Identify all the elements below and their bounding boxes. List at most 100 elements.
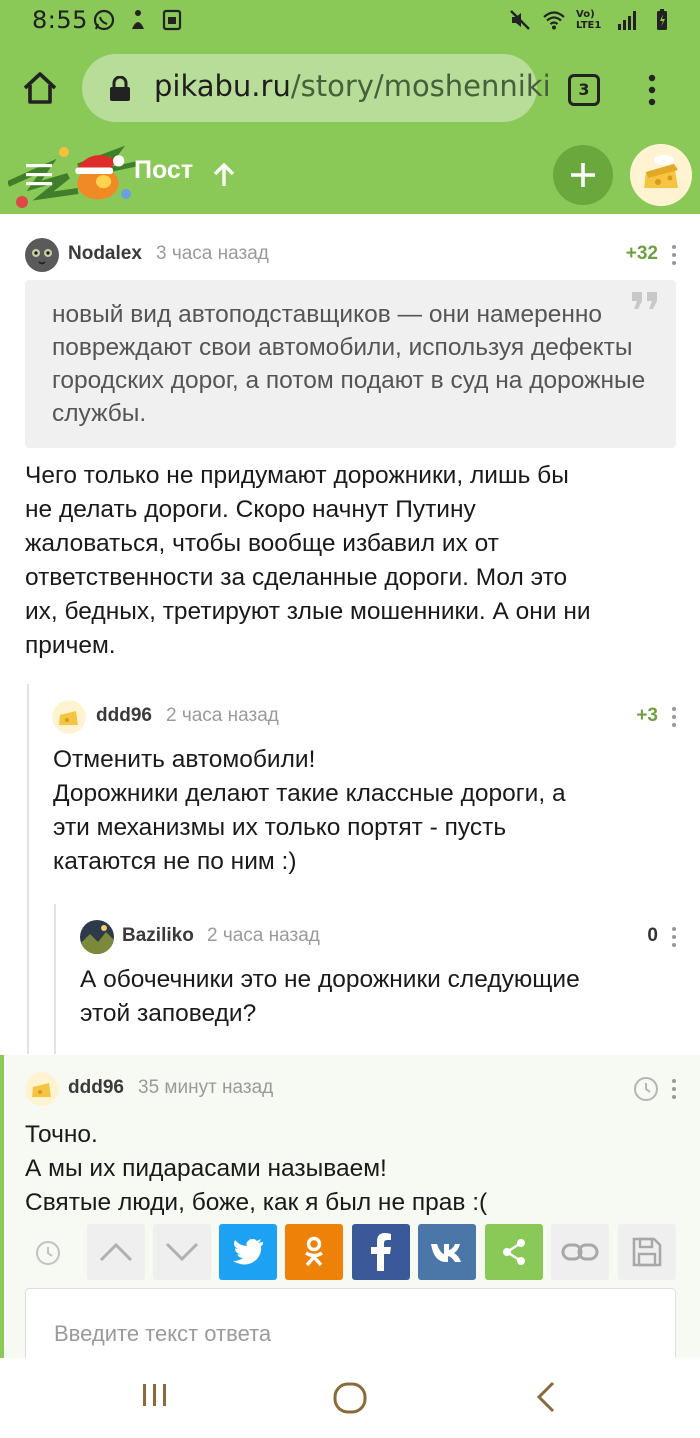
system-navigation-bar bbox=[0, 1358, 700, 1438]
home-icon[interactable] bbox=[20, 68, 60, 108]
browser-toolbar: pikabu.ru/story/moshenniki 3 bbox=[0, 42, 700, 136]
signal-icon bbox=[618, 11, 636, 30]
more-options-icon[interactable] bbox=[670, 244, 678, 266]
chevron-down-icon bbox=[165, 1242, 199, 1262]
quote-icon bbox=[632, 292, 657, 309]
comment-author[interactable]: ddd96 bbox=[68, 1077, 124, 1099]
mute-icon bbox=[510, 10, 530, 30]
comment-line: их, бедных, третируют злые мошенники. А … bbox=[25, 598, 591, 625]
comment-rating: +32 bbox=[625, 243, 658, 264]
comment-line: причем. bbox=[25, 632, 116, 659]
avatar[interactable] bbox=[52, 700, 86, 734]
more-options-icon[interactable] bbox=[670, 1078, 678, 1100]
vk-icon bbox=[431, 1244, 461, 1262]
scroll-up-icon[interactable] bbox=[212, 162, 236, 188]
save-icon bbox=[632, 1237, 662, 1267]
cheese-avatar-icon bbox=[630, 144, 692, 206]
cat-avatar-icon bbox=[25, 238, 59, 272]
url-text: pikabu.ru/story/moshenniki bbox=[154, 69, 551, 103]
more-options-icon[interactable] bbox=[670, 926, 678, 948]
comment-time: 35 минут назад bbox=[138, 1077, 274, 1098]
comment-author[interactable]: Nodalex bbox=[68, 243, 142, 265]
copy-link-button[interactable] bbox=[551, 1224, 609, 1280]
clock-icon bbox=[634, 1077, 658, 1101]
odnoklassniki-icon bbox=[305, 1236, 323, 1267]
wifi-icon bbox=[543, 11, 565, 30]
thread-line[interactable] bbox=[27, 684, 29, 1054]
share-facebook-button[interactable] bbox=[352, 1224, 410, 1280]
share-icon bbox=[503, 1239, 525, 1265]
share-button[interactable] bbox=[485, 1224, 543, 1280]
url-domain: pikabu.ru bbox=[154, 69, 291, 103]
app-notification-icon bbox=[132, 10, 144, 29]
comment-time: 2 часа назад bbox=[166, 705, 279, 726]
page-title: Пост bbox=[134, 156, 194, 184]
cheese-avatar-icon bbox=[52, 700, 86, 734]
avatar[interactable] bbox=[25, 238, 59, 272]
comment-line: катаются не по ним :) bbox=[53, 848, 297, 875]
comment-line: жаловаться, чтобы вообще избавил их от bbox=[25, 530, 499, 557]
comment-author[interactable]: ddd96 bbox=[96, 705, 152, 727]
hamburger-menu-icon[interactable] bbox=[26, 164, 52, 186]
share-twitter-button[interactable] bbox=[219, 1224, 277, 1280]
thread-line[interactable] bbox=[54, 904, 56, 1054]
quote-text: новый вид автоподставщиков — они намерен… bbox=[52, 301, 646, 427]
tab-switcher-button[interactable]: 3 bbox=[568, 74, 600, 106]
comment-body: А обочечники это не дорожники следующие … bbox=[80, 963, 690, 1031]
android-icon bbox=[162, 9, 182, 31]
comment-line: Дорожники делают такие классные дороги, … bbox=[53, 780, 566, 807]
status-bar: 8:55 Vo) LTE1 bbox=[0, 0, 700, 42]
cheese-avatar-icon bbox=[25, 1072, 59, 1106]
share-vk-button[interactable] bbox=[418, 1224, 476, 1280]
comment-time: 2 часа назад bbox=[207, 925, 320, 946]
comment-line: Святые люди, боже, как я был не прав :( bbox=[25, 1189, 488, 1216]
comment-line: эти механизмы их только портят - пусть bbox=[53, 814, 507, 841]
comment-line: А обочечники это не дорожники следующие bbox=[80, 966, 580, 993]
comment-body: Чего только не придумают дорожники, лишь… bbox=[25, 459, 695, 663]
avatar[interactable] bbox=[25, 1072, 59, 1106]
browser-menu-icon[interactable] bbox=[640, 70, 664, 110]
comment-line: Отменить автомобили! bbox=[53, 746, 316, 773]
twitter-icon bbox=[233, 1239, 263, 1265]
facebook-icon bbox=[371, 1233, 391, 1271]
profile-avatar[interactable] bbox=[630, 144, 692, 206]
share-ok-button[interactable] bbox=[285, 1224, 343, 1280]
back-icon[interactable] bbox=[534, 1380, 558, 1414]
lock-icon bbox=[110, 76, 130, 101]
home-nav-icon[interactable] bbox=[332, 1380, 368, 1416]
comment-line: не делать дороги. Скоро начнут Путину bbox=[25, 496, 476, 523]
recent-apps-icon[interactable] bbox=[140, 1380, 170, 1410]
comment-body: Отменить автомобили! Дорожники делают та… bbox=[53, 743, 693, 879]
plus-icon bbox=[571, 163, 595, 187]
more-options-icon[interactable] bbox=[670, 706, 678, 728]
comment-author[interactable]: Baziliko bbox=[122, 925, 194, 947]
save-button[interactable] bbox=[618, 1224, 676, 1280]
comment-line: ответственности за сделанные дороги. Мол… bbox=[25, 564, 568, 591]
site-header: Пост bbox=[0, 136, 700, 214]
landscape-avatar-icon bbox=[80, 920, 114, 954]
comment-time: 3 часа назад bbox=[156, 243, 269, 264]
status-time: 8:55 bbox=[32, 6, 88, 34]
battery-icon bbox=[657, 9, 667, 30]
create-post-button[interactable] bbox=[553, 145, 613, 205]
whatsapp-icon bbox=[93, 9, 115, 31]
comment-line: А мы их пидарасами называем! bbox=[25, 1155, 387, 1182]
quoted-text: новый вид автоподставщиков — они намерен… bbox=[25, 280, 676, 448]
notification-icons bbox=[92, 8, 184, 32]
upvote-button[interactable] bbox=[87, 1224, 145, 1280]
comment-actions bbox=[30, 1224, 680, 1280]
reply-placeholder: Введите текст ответа bbox=[54, 1321, 272, 1346]
url-path: /story/moshenniki bbox=[290, 69, 551, 103]
comment-line: Чего только не придумают дорожники, лишь… bbox=[25, 462, 569, 489]
address-bar[interactable]: pikabu.ru/story/moshenniki bbox=[82, 54, 551, 122]
comment-line: этой заповеди? bbox=[80, 1000, 257, 1027]
link-icon bbox=[561, 1243, 599, 1261]
comment-rating: +3 bbox=[636, 705, 658, 726]
downvote-button[interactable] bbox=[153, 1224, 211, 1280]
network-label: Vo) LTE1 bbox=[576, 9, 602, 31]
avatar[interactable] bbox=[80, 920, 114, 954]
chevron-up-icon bbox=[99, 1242, 133, 1262]
pikabu-logo-icon bbox=[75, 155, 125, 200]
comment-body: Точно. А мы их пидарасами называем! Свят… bbox=[25, 1118, 675, 1220]
comment-line: Точно. bbox=[25, 1121, 98, 1148]
